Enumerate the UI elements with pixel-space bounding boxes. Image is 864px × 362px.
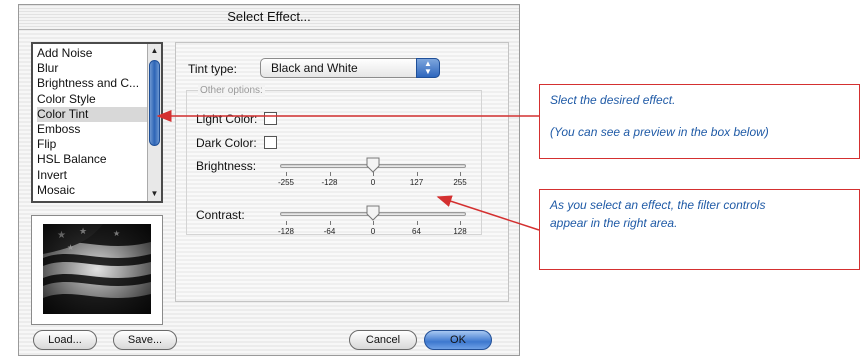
controls-arrow (436, 195, 540, 231)
callout-arrows (156, 110, 540, 231)
